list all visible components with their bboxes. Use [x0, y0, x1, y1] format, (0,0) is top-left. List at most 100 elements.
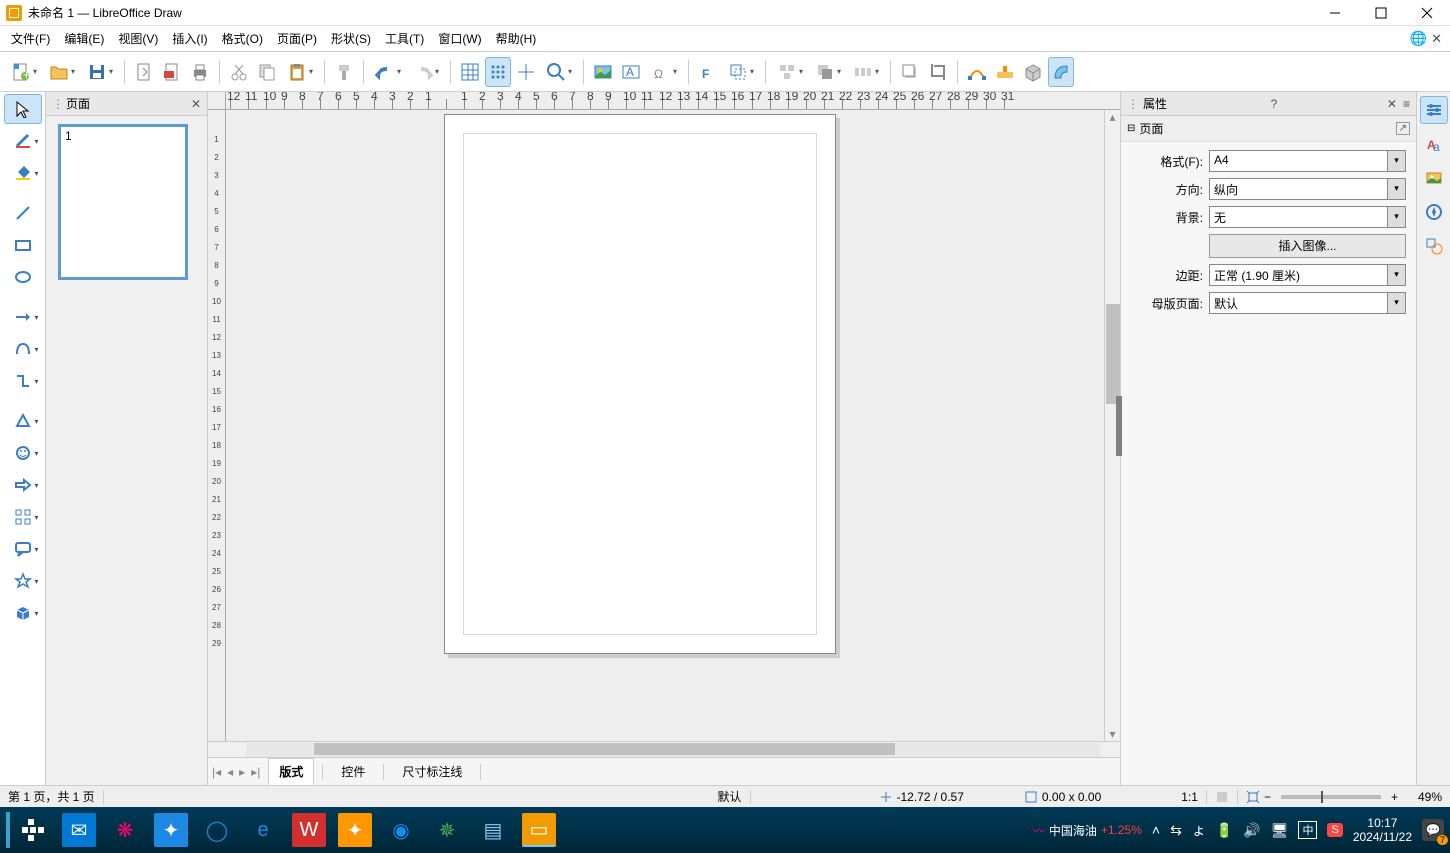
taskbar-app4[interactable]: ◉: [384, 813, 418, 847]
tab-dimension[interactable]: 尺寸标注线: [392, 759, 472, 784]
page-thumbnail-1[interactable]: 1: [58, 124, 188, 280]
basic-shapes-tool[interactable]: [4, 406, 42, 436]
insert-textbox-button[interactable]: A: [618, 57, 644, 87]
orientation-combo[interactable]: 纵向▾: [1209, 178, 1406, 200]
zoom-out-button[interactable]: −: [1264, 790, 1271, 804]
rectangle-tool[interactable]: [4, 230, 42, 260]
tray-volume-icon[interactable]: 🔊: [1243, 822, 1260, 839]
format-combo[interactable]: A4▾: [1209, 150, 1406, 172]
menu-insert[interactable]: 插入(I): [165, 27, 214, 50]
export-pdf-button[interactable]: [159, 57, 185, 87]
menu-view[interactable]: 视图(V): [111, 27, 165, 50]
status-page[interactable]: 第 1 页，共 1 页: [8, 788, 95, 805]
stock-ticker[interactable]: 〰 中国海油 +1.25%: [1033, 822, 1142, 839]
save-button[interactable]: [82, 57, 118, 87]
menu-tools[interactable]: 工具(T): [378, 27, 431, 50]
3d-tool[interactable]: [4, 598, 42, 628]
tray-battery-icon[interactable]: 🔋: [1216, 822, 1233, 839]
star-tool[interactable]: [4, 566, 42, 596]
page[interactable]: [444, 114, 836, 654]
tray-chevron-up-icon[interactable]: ˄: [1152, 822, 1160, 838]
taskbar-app3[interactable]: ✦: [338, 813, 372, 847]
draw-functions-button[interactable]: [1048, 57, 1074, 87]
ellipse-tool[interactable]: [4, 262, 42, 292]
flowchart-tool[interactable]: [4, 502, 42, 532]
zoom-value[interactable]: 49%: [1402, 790, 1442, 804]
menu-format[interactable]: 格式(O): [215, 27, 270, 50]
extrusion-button[interactable]: [1020, 57, 1046, 87]
section-page[interactable]: ⊟ 页面 ↗: [1121, 116, 1416, 142]
master-combo[interactable]: 默认▾: [1209, 292, 1406, 314]
sidebar-tab-properties[interactable]: [1420, 96, 1448, 124]
grid-button[interactable]: [457, 57, 483, 87]
guides-button[interactable]: [513, 57, 539, 87]
taskbar-app2[interactable]: ✦: [154, 813, 188, 847]
close-button[interactable]: [1404, 0, 1450, 26]
last-page-button[interactable]: ▸|: [251, 765, 260, 779]
grip-icon[interactable]: ⋮: [52, 97, 62, 111]
vertical-scrollbar[interactable]: ▴ ▾: [1104, 110, 1120, 741]
new-button[interactable]: +: [6, 57, 42, 87]
menu-window[interactable]: 窗口(W): [431, 27, 488, 50]
fill-color-tool[interactable]: [4, 158, 42, 188]
shadow-button[interactable]: [897, 57, 923, 87]
collapse-icon[interactable]: ⊟: [1127, 123, 1135, 134]
curve-tool[interactable]: [4, 334, 42, 364]
connector-tool[interactable]: [4, 366, 42, 396]
snap-grid-button[interactable]: [485, 57, 511, 87]
select-tool[interactable]: [4, 94, 42, 124]
properties-menu[interactable]: ≡: [1403, 97, 1410, 111]
fit-page-icon[interactable]: [1246, 790, 1260, 804]
taskbar-edge[interactable]: [6, 812, 10, 848]
clone-format-button[interactable]: [331, 57, 357, 87]
menu-page[interactable]: 页面(P): [270, 27, 324, 50]
taskbar-wps[interactable]: W: [292, 813, 326, 847]
tab-controls[interactable]: 控件: [331, 759, 375, 784]
taskbar-start[interactable]: [16, 813, 50, 847]
status-ratio[interactable]: 1:1: [1181, 790, 1198, 804]
insert-image-button[interactable]: [590, 57, 616, 87]
update-icon[interactable]: 🌐: [1410, 30, 1427, 47]
grip-icon[interactable]: ⋮: [1127, 97, 1139, 111]
horizontal-ruler[interactable]: 1211109876543211234567891011121314151617…: [226, 92, 1120, 110]
save-status-icon[interactable]: [1215, 790, 1229, 804]
tray-ime-icon[interactable]: 中: [1298, 821, 1317, 839]
tray-network-icon[interactable]: 🖥: [1271, 822, 1289, 839]
menu-close-icon[interactable]: ✕: [1431, 31, 1442, 47]
paste-button[interactable]: [282, 57, 318, 87]
taskbar-app5[interactable]: ▤: [476, 813, 510, 847]
cut-button[interactable]: [226, 57, 252, 87]
background-combo[interactable]: 无▾: [1209, 206, 1406, 228]
drawing-canvas[interactable]: [226, 110, 1104, 741]
insert-special-char-button[interactable]: Ω: [646, 57, 682, 87]
prev-page-button[interactable]: ◂: [227, 765, 233, 779]
align-button[interactable]: [772, 57, 808, 87]
taskbar-app1[interactable]: ❋: [108, 813, 142, 847]
first-page-button[interactable]: |◂: [212, 765, 221, 779]
taskbar-cortana[interactable]: ◯: [200, 813, 234, 847]
export-button[interactable]: [131, 57, 157, 87]
menu-file[interactable]: 文件(F): [4, 27, 57, 50]
status-style[interactable]: 默认: [717, 788, 741, 805]
callout-tool[interactable]: [4, 534, 42, 564]
tray-sync-icon[interactable]: ⇆: [1170, 822, 1182, 839]
undo-button[interactable]: [370, 57, 406, 87]
zoom-button[interactable]: [541, 57, 577, 87]
line-tool[interactable]: [4, 198, 42, 228]
distribute-button[interactable]: [848, 57, 884, 87]
transform-button[interactable]: [723, 57, 759, 87]
arrange-button[interactable]: [810, 57, 846, 87]
taskbar-mail[interactable]: ✉: [62, 813, 96, 847]
maximize-button[interactable]: [1358, 0, 1404, 26]
tray-app-icon[interactable]: ょ: [1192, 820, 1206, 840]
tab-layout[interactable]: 版式: [268, 758, 314, 785]
section-options-icon[interactable]: ↗: [1396, 122, 1410, 135]
margin-combo[interactable]: 正常 (1.90 厘米)▾: [1209, 264, 1406, 286]
menu-help[interactable]: 帮助(H): [489, 27, 544, 50]
panel-splitter-right[interactable]: [1116, 396, 1122, 456]
properties-close[interactable]: ✕: [1387, 97, 1397, 111]
help-icon[interactable]: ?: [1271, 97, 1278, 111]
tray-sogou-icon[interactable]: S: [1327, 823, 1342, 837]
taskbar-clock[interactable]: 10:17 2024/11/22: [1353, 816, 1412, 845]
horizontal-scrollbar[interactable]: [226, 742, 1120, 757]
